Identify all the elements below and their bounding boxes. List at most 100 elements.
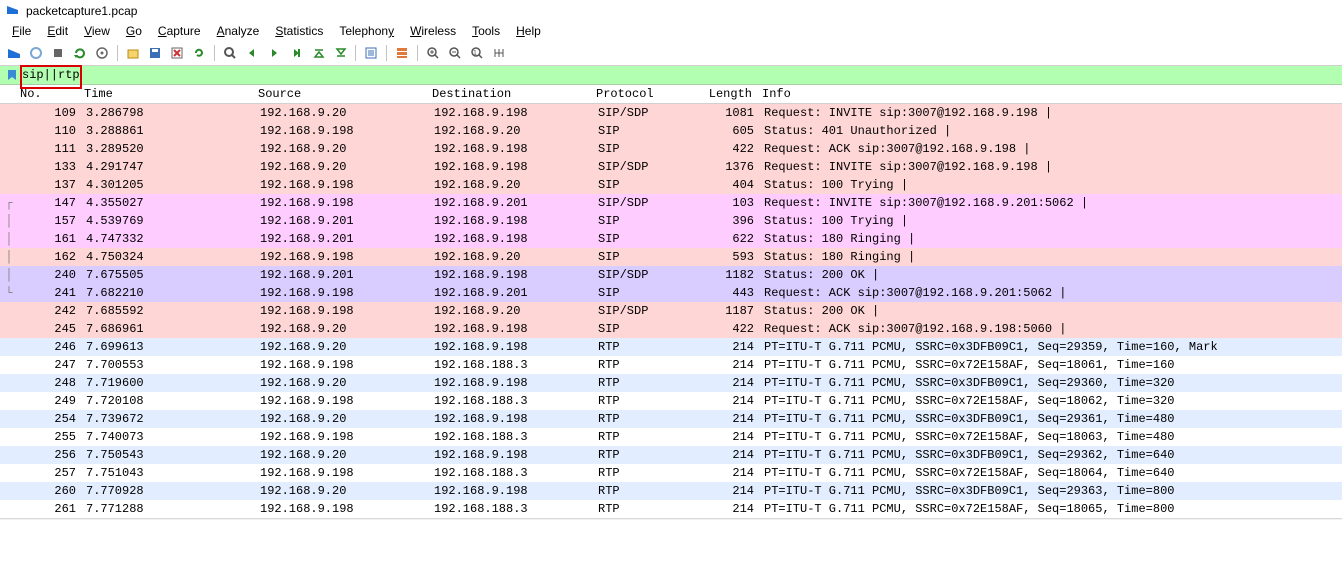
packet-row[interactable]: 2567.750543192.168.9.20192.168.9.198RTP2… [0, 446, 1342, 464]
packet-row[interactable]: 2427.685592192.168.9.198192.168.9.20SIP/… [0, 302, 1342, 320]
cell-length: 103 [698, 195, 760, 211]
cell-proto: RTP [594, 339, 698, 355]
zoom-reset-icon[interactable]: 1 [467, 43, 487, 63]
cell-dest: 192.168.188.3 [430, 501, 594, 517]
packet-row[interactable]: 2617.771288192.168.9.198192.168.188.3RTP… [0, 500, 1342, 518]
cell-info: PT=ITU-T G.711 PCMU, SSRC=0x72E158AF, Se… [760, 357, 1342, 373]
col-header-source[interactable]: Source [254, 87, 428, 101]
col-header-time[interactable]: Time [80, 87, 254, 101]
packet-row[interactable]: 2497.720108192.168.9.198192.168.188.3RTP… [0, 392, 1342, 410]
cell-length: 214 [698, 447, 760, 463]
cell-proto: SIP [594, 123, 698, 139]
cell-info: PT=ITU-T G.711 PCMU, SSRC=0x3DFB09C1, Se… [760, 483, 1342, 499]
packet-row[interactable]: 2467.699613192.168.9.20192.168.9.198RTP2… [0, 338, 1342, 356]
reload-icon[interactable] [189, 43, 209, 63]
menu-wireless[interactable]: Wireless [402, 22, 464, 40]
packet-row[interactable]: │1574.539769192.168.9.201192.168.9.198SI… [0, 212, 1342, 230]
tree-gutter: └ [0, 285, 18, 301]
stop-icon[interactable] [48, 43, 68, 63]
menu-tools[interactable]: Tools [464, 22, 508, 40]
packet-row[interactable]: ┌1474.355027192.168.9.198192.168.9.201SI… [0, 194, 1342, 212]
find-icon[interactable] [220, 43, 240, 63]
cell-dest: 192.168.9.198 [430, 213, 594, 229]
autoscroll-icon[interactable] [361, 43, 381, 63]
cell-no: 110 [18, 123, 82, 139]
col-header-info[interactable]: Info [758, 87, 1342, 101]
cell-time: 3.286798 [82, 105, 256, 121]
col-header-proto[interactable]: Protocol [592, 87, 696, 101]
cell-length: 1081 [698, 105, 760, 121]
packet-row[interactable]: └2417.682210192.168.9.198192.168.9.201SI… [0, 284, 1342, 302]
menu-telephony[interactable]: TelephonTy [331, 22, 402, 40]
packet-row[interactable]: 2577.751043192.168.9.198192.168.188.3RTP… [0, 464, 1342, 482]
packet-list-header[interactable]: No. Time Source Destination Protocol Len… [0, 85, 1342, 104]
goto-icon[interactable] [286, 43, 306, 63]
cell-source: 192.168.9.198 [256, 195, 430, 211]
display-filter-input[interactable] [20, 67, 1342, 83]
first-icon[interactable] [308, 43, 328, 63]
cell-no: 242 [18, 303, 82, 319]
cell-proto: SIP/SDP [594, 159, 698, 175]
packet-row[interactable]: 2607.770928192.168.9.20192.168.9.198RTP2… [0, 482, 1342, 500]
close-icon[interactable] [167, 43, 187, 63]
menu-go[interactable]: Go [118, 22, 150, 40]
tool-bar: 1 [0, 41, 1342, 66]
resize-cols-icon[interactable] [489, 43, 509, 63]
circle-icon[interactable] [26, 43, 46, 63]
col-header-no[interactable]: No. [18, 87, 80, 101]
cell-source: 192.168.9.20 [256, 447, 430, 463]
menu-analyze[interactable]: Analyze [209, 22, 268, 40]
cell-no: 249 [18, 393, 82, 409]
cell-length: 605 [698, 123, 760, 139]
cell-no: 260 [18, 483, 82, 499]
packet-row[interactable]: 2457.686961192.168.9.20192.168.9.198SIP4… [0, 320, 1342, 338]
packet-row[interactable]: 2477.700553192.168.9.198192.168.188.3RTP… [0, 356, 1342, 374]
cell-dest: 192.168.9.198 [430, 321, 594, 337]
tree-gutter: │ [0, 267, 18, 283]
cell-time: 7.771288 [82, 501, 256, 517]
packet-row[interactable]: 1093.286798192.168.9.20192.168.9.198SIP/… [0, 104, 1342, 122]
cell-info: Status: 200 OK | [760, 267, 1342, 283]
bookmark-icon[interactable] [4, 67, 20, 83]
next-icon[interactable] [264, 43, 284, 63]
menu-capture[interactable]: Capture [150, 22, 209, 40]
cell-time: 4.355027 [82, 195, 256, 211]
cell-dest: 192.168.188.3 [430, 393, 594, 409]
packet-row[interactable]: │1614.747332192.168.9.201192.168.9.198SI… [0, 230, 1342, 248]
packet-row[interactable]: 1334.291747192.168.9.20192.168.9.198SIP/… [0, 158, 1342, 176]
cell-no: 241 [18, 285, 82, 301]
cell-length: 396 [698, 213, 760, 229]
shark-fin-icon[interactable] [4, 43, 24, 63]
cell-source: 192.168.9.198 [256, 123, 430, 139]
cell-no: 261 [18, 501, 82, 517]
packet-row[interactable]: 2557.740073192.168.9.198192.168.188.3RTP… [0, 428, 1342, 446]
col-header-dest[interactable]: Destination [428, 87, 592, 101]
open-icon[interactable] [123, 43, 143, 63]
col-header-length[interactable]: Length [696, 87, 758, 101]
tree-gutter: │ [0, 213, 18, 229]
menu-edit[interactable]: Edit [39, 22, 76, 40]
options-icon[interactable] [92, 43, 112, 63]
packet-row[interactable]: 2487.719600192.168.9.20192.168.9.198RTP2… [0, 374, 1342, 392]
menu-view[interactable]: View [76, 22, 118, 40]
colorize-icon[interactable] [392, 43, 412, 63]
menu-help[interactable]: Help [508, 22, 549, 40]
packet-row[interactable]: │1624.750324192.168.9.198192.168.9.20SIP… [0, 248, 1342, 266]
zoom-out-icon[interactable] [445, 43, 465, 63]
zoom-in-icon[interactable] [423, 43, 443, 63]
toolbar-separator [417, 45, 418, 61]
packet-row[interactable]: 2547.739672192.168.9.20192.168.9.198RTP2… [0, 410, 1342, 428]
packet-row[interactable]: │2407.675505192.168.9.201192.168.9.198SI… [0, 266, 1342, 284]
cell-proto: RTP [594, 483, 698, 499]
restart-icon[interactable] [70, 43, 90, 63]
packet-row[interactable]: 1374.301205192.168.9.198192.168.9.20SIP4… [0, 176, 1342, 194]
packet-row[interactable]: 1113.289520192.168.9.20192.168.9.198SIP4… [0, 140, 1342, 158]
save-icon[interactable] [145, 43, 165, 63]
menu-statistics[interactable]: Statistics [267, 22, 331, 40]
cell-info: Status: 200 OK | [760, 303, 1342, 319]
last-icon[interactable] [330, 43, 350, 63]
packet-row[interactable]: 1103.288861192.168.9.198192.168.9.20SIP6… [0, 122, 1342, 140]
prev-icon[interactable] [242, 43, 262, 63]
menu-file[interactable]: File [4, 22, 39, 40]
window-title: packetcapture1.pcap [26, 4, 137, 18]
